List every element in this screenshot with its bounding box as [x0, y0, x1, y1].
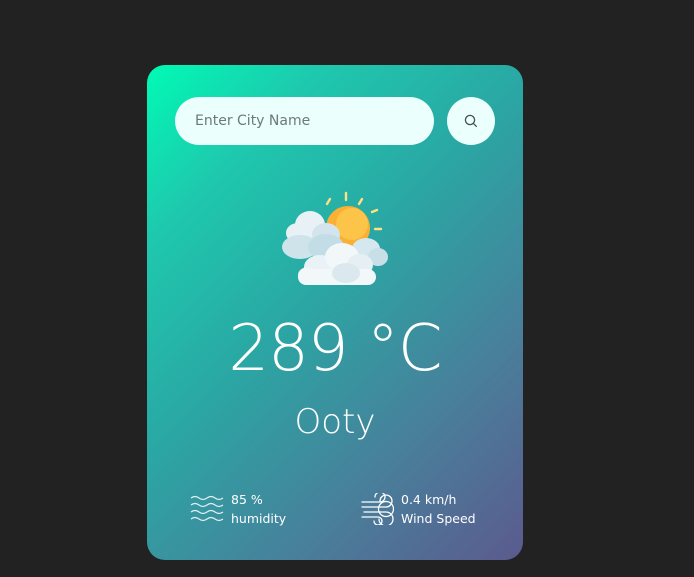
- wind-speed-label: Wind Speed: [401, 511, 476, 526]
- search-button[interactable]: [447, 97, 495, 145]
- search-bar: [175, 97, 495, 145]
- humidity-waves-icon: [190, 493, 224, 525]
- wind-speed-value: 0.4 km/h: [401, 492, 457, 507]
- wind-icon: [360, 491, 395, 527]
- weather-card: 289 °C Ooty 85 % humidity: [147, 65, 523, 560]
- humidity-label: humidity: [231, 511, 287, 526]
- weather-details: 85 % humidity 0.4 km/h Wind Speed: [147, 491, 523, 531]
- city-search-input[interactable]: [175, 97, 434, 145]
- temperature-value: 289 °C: [228, 312, 442, 386]
- city-name: Ooty: [294, 402, 376, 442]
- partly-cloudy-icon: [280, 187, 392, 287]
- humidity-value: 85 %: [231, 492, 263, 507]
- search-icon: [464, 114, 478, 128]
